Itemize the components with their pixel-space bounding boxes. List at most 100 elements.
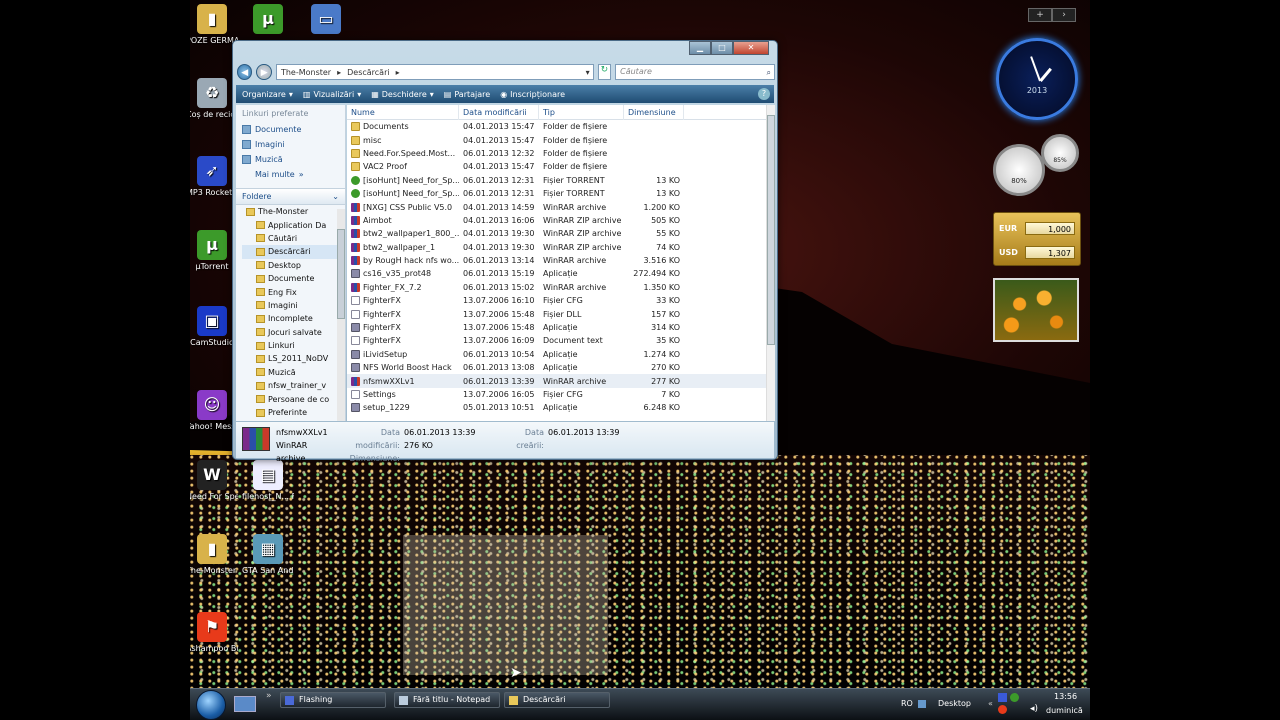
more-link[interactable]: Mai multe» bbox=[236, 167, 345, 182]
tree-node[interactable]: Desktop bbox=[242, 259, 345, 272]
desktop-icon[interactable]: ⚑ Ashampoo Burning ... bbox=[190, 612, 238, 654]
desktop-icon[interactable]: µ bbox=[242, 4, 294, 36]
tree-node[interactable]: Persoane de co bbox=[242, 392, 345, 405]
language-indicator[interactable]: RO bbox=[901, 699, 913, 708]
column-size[interactable]: Dimensiune bbox=[624, 105, 684, 120]
utorrent-tray-icon[interactable] bbox=[1010, 693, 1019, 702]
tree-node[interactable]: Descărcări bbox=[242, 245, 345, 259]
desktop-icon[interactable]: ☺ Yahoo! Messenger bbox=[190, 390, 238, 432]
close-button[interactable]: ✕ bbox=[733, 41, 769, 55]
currency-value[interactable]: 1,307 bbox=[1025, 245, 1075, 259]
tree-node[interactable]: Incomplete bbox=[242, 312, 345, 325]
file-row[interactable]: [isoHunt] Need_for_Sp... 06.01.2013 12:31… bbox=[347, 174, 775, 187]
file-row[interactable]: [isoHunt] Need_for_Sp... 06.01.2013 12:31… bbox=[347, 187, 775, 200]
scroll-thumb[interactable] bbox=[767, 115, 775, 345]
file-row[interactable]: Settings 13.07.2006 16:05 Fișier CFG 7 KO bbox=[347, 388, 775, 401]
path-dropdown-icon[interactable]: ▾ bbox=[586, 68, 590, 77]
tree-node[interactable]: Documente bbox=[242, 272, 345, 285]
maximize-button[interactable]: □ bbox=[711, 41, 733, 55]
volume-icon[interactable]: ◂) bbox=[1030, 704, 1038, 714]
cpu-meter-gadget[interactable]: 80% 85% bbox=[993, 134, 1083, 200]
file-row[interactable]: btw2_wallpaper_1 04.01.2013 19:30 WinRAR Z… bbox=[347, 241, 775, 254]
refresh-button[interactable]: ↻ bbox=[597, 64, 612, 80]
search-icon[interactable]: ⌕ bbox=[767, 66, 771, 80]
desktop-icon[interactable]: ▮ The-Monster - rapida bbox=[190, 534, 238, 576]
next-gadget-button[interactable]: › bbox=[1052, 8, 1076, 22]
desktop-icon[interactable]: ▤filehost_N... For Speed ... bbox=[242, 460, 294, 502]
burn-button[interactable]: ◉ Inscripționare bbox=[500, 90, 565, 99]
toolbar-chevron-icon[interactable]: « bbox=[988, 699, 993, 708]
favorite-link[interactable]: Imagini bbox=[236, 137, 345, 152]
clock-gadget[interactable]: 2013 bbox=[996, 38, 1078, 120]
tree-node[interactable]: nfsw_trainer_v bbox=[242, 379, 345, 392]
tree-node[interactable]: Căutări bbox=[242, 232, 345, 245]
forward-button[interactable]: ▶ bbox=[256, 64, 272, 80]
path-input[interactable]: The-Monster ▸ Descărcări ▸ ▾ bbox=[275, 64, 594, 80]
desktop-toolbar[interactable]: Desktop bbox=[938, 699, 971, 708]
tree-node[interactable]: Jocuri salvate bbox=[242, 326, 345, 339]
quicklaunch-expand-icon[interactable]: » bbox=[266, 691, 272, 701]
favorite-link[interactable]: Muzică bbox=[236, 152, 345, 167]
desktop-icon[interactable]: ▮ POZE GERMANIA bbox=[190, 4, 238, 46]
desktop-icon[interactable]: ▣ CamStudio bbox=[190, 306, 238, 348]
tree-node[interactable]: Muzică bbox=[242, 366, 345, 379]
file-row[interactable]: VAC2 Proof 04.01.2013 15:47 Folder de fiși… bbox=[347, 160, 775, 173]
file-row[interactable]: Aimbot 04.01.2013 16:06 WinRAR ZIP archive… bbox=[347, 214, 775, 227]
tree-node[interactable]: Preferinte bbox=[242, 406, 345, 419]
currency-gadget[interactable]: EUR 1,000 USD 1,307 bbox=[993, 212, 1081, 266]
file-row[interactable]: FighterFX 13.07.2006 15:48 Fișier DLL 157 K… bbox=[347, 307, 775, 320]
column-type[interactable]: Tip bbox=[539, 105, 624, 120]
file-row[interactable]: Need.For.Speed.Most... 06.01.2013 12:32 Fo… bbox=[347, 147, 775, 160]
clock-day[interactable]: duminică bbox=[1046, 706, 1083, 715]
tree-node[interactable]: Imagini bbox=[242, 299, 345, 312]
file-row[interactable]: FighterFX 13.07.2006 16:09 Document text 35… bbox=[347, 334, 775, 347]
organize-button[interactable]: Organizare ▾ bbox=[242, 90, 293, 99]
tree-node[interactable]: Application Da bbox=[242, 218, 345, 231]
file-row[interactable]: nfsmwXXLv1 06.01.2013 13:39 WinRAR archive… bbox=[347, 374, 775, 388]
task-explorer[interactable]: Descărcări bbox=[504, 692, 610, 708]
help-icon[interactable]: ? bbox=[758, 88, 770, 100]
back-button[interactable]: ◀ bbox=[237, 64, 253, 80]
task-flashing[interactable]: Flashing bbox=[280, 692, 386, 708]
file-row[interactable]: misc 04.01.2013 15:47 Folder de fișiere bbox=[347, 133, 775, 146]
folders-header[interactable]: Foldere ⌄ bbox=[236, 188, 345, 205]
desktop-icon[interactable]: ▦ GTA San Andreas bbox=[242, 534, 294, 576]
column-date[interactable]: Data modificării bbox=[459, 105, 539, 120]
slideshow-gadget[interactable] bbox=[993, 278, 1079, 342]
add-gadget-button[interactable]: + bbox=[1028, 8, 1052, 22]
desktop-icon[interactable]: ♻ Coș de reciclare bbox=[190, 78, 238, 120]
tree-node[interactable]: The-Monster bbox=[242, 205, 345, 218]
task-notepad[interactable]: Fără titlu - Notepad bbox=[394, 692, 500, 708]
desktop-icon[interactable]: µ µTorrent bbox=[190, 230, 238, 272]
file-row[interactable]: FighterFX 13.07.2006 16:10 Fișier CFG 33 KO bbox=[347, 294, 775, 307]
network-icon[interactable] bbox=[998, 693, 1007, 702]
desktop-icon[interactable]: ➶ MP3 Rocket 6.2.5 bbox=[190, 156, 238, 198]
desktop-icon[interactable]: ▭ bbox=[300, 4, 352, 36]
desktop-icon[interactable]: W Need For Speed World bbox=[190, 460, 238, 502]
tree-node[interactable]: Eng Fix bbox=[242, 285, 345, 298]
file-row[interactable]: FighterFX 13.07.2006 15:48 Aplicație 314 KO bbox=[347, 321, 775, 334]
search-input[interactable]: Căutare ⌕ bbox=[615, 64, 776, 80]
currency-value[interactable]: 1,000 bbox=[1025, 221, 1075, 235]
tree-node[interactable]: LS_2011_NoDV bbox=[242, 352, 345, 365]
file-row[interactable]: setup_1229 05.01.2013 10:51 Aplicație 6.248… bbox=[347, 401, 775, 414]
scroll-thumb[interactable] bbox=[337, 229, 345, 319]
start-button[interactable] bbox=[196, 690, 226, 720]
file-row[interactable]: cs16_v35_prot48 06.01.2013 15:19 Aplicație… bbox=[347, 267, 775, 280]
minimize-button[interactable]: ▁ bbox=[689, 41, 711, 55]
file-row[interactable]: Fighter_FX_7.2 06.01.2013 15:02 WinRAR arc… bbox=[347, 281, 775, 294]
breadcrumb-root[interactable]: The-Monster bbox=[281, 68, 331, 77]
views-button[interactable]: ▥ Vizualizări ▾ bbox=[303, 90, 361, 99]
tree-scrollbar[interactable] bbox=[337, 209, 345, 421]
tree-node[interactable]: Linkuri bbox=[242, 339, 345, 352]
file-row[interactable]: iLividSetup 06.01.2013 10:54 Aplicație 1.27… bbox=[347, 348, 775, 361]
show-desktop-icon[interactable] bbox=[234, 696, 256, 712]
column-name[interactable]: Nume bbox=[347, 105, 459, 120]
file-scrollbar[interactable] bbox=[766, 105, 775, 421]
explorer-window[interactable]: ▁ □ ✕ ◀ ▶ The-Monster ▸ Descărcări ▸ ▾ ↻… bbox=[232, 40, 778, 463]
file-row[interactable]: [NXG] CSS Public V5.0 04.01.2013 14:59 Win… bbox=[347, 200, 775, 213]
clock-time[interactable]: 13:56 bbox=[1054, 692, 1077, 701]
open-button[interactable]: ▦ Deschidere ▾ bbox=[371, 90, 434, 99]
antivirus-icon[interactable] bbox=[998, 705, 1007, 714]
file-row[interactable]: btw2_wallpaper1_800_... 04.01.2013 19:30 W… bbox=[347, 227, 775, 240]
